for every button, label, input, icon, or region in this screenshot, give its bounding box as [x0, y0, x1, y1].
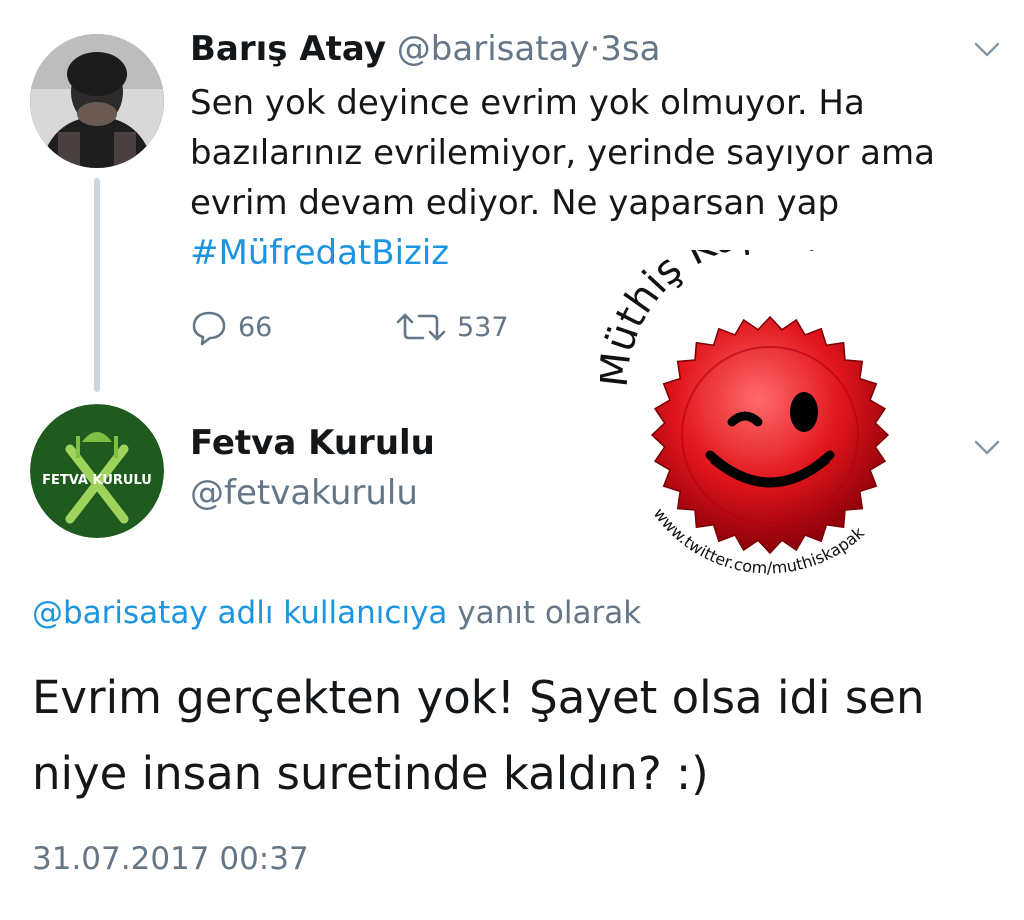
avatar-logo-text: FETVA KURULU [42, 473, 152, 488]
reply-context: @barisatay adlı kullanıcıya yanıt olarak [32, 592, 641, 634]
fetva-kurulu-logo-icon: FETVA KURULU [30, 404, 164, 538]
avatar-barisatay[interactable] [30, 34, 164, 168]
tweet2-text-line: niye insan suretinde kaldın? :) [32, 747, 709, 800]
tweet2-handle[interactable]: @fetvakurulu [190, 472, 418, 514]
chevron-down-icon [974, 42, 1000, 57]
tweet1-text-line: Sen yok deyince evrim yok olmuyor. Ha [190, 83, 865, 123]
tweet1-menu-button[interactable] [972, 34, 1002, 68]
reply-bubble-icon [192, 311, 226, 346]
reply-button[interactable]: 66 [190, 308, 272, 346]
retweet-count: 537 [457, 311, 509, 343]
tweet1-display-name[interactable]: Barış Atay [190, 29, 386, 69]
retweet-icon [396, 313, 446, 341]
reply-count: 66 [238, 311, 273, 343]
tweet1-body: Sen yok deyince evrim yok olmuyor. Ha ba… [190, 78, 990, 278]
tweet1-text-line: evrim devam ediyor. Ne yaparsan yap [190, 183, 840, 223]
tweet2-body: Evrim gerçekten yok! Şayet olsa idi sen … [32, 660, 992, 812]
reply-to-mention[interactable]: @barisatay adlı kullanıcıya [32, 595, 447, 631]
thread-connector-line [94, 178, 100, 392]
chevron-down-icon [974, 440, 1000, 455]
retweet-button[interactable]: 537 [395, 308, 509, 346]
tweet1-handle[interactable]: @barisatay [397, 29, 590, 69]
reply-to-suffix: yanıt olarak [457, 595, 642, 631]
winking-bottlecap-icon: Müthiş Kapak www.twitter.com/muthiskapak [591, 208, 890, 578]
tweet1-time[interactable]: 3sa [600, 29, 660, 69]
tweet1-separator: · [589, 29, 601, 69]
tweet2-menu-button[interactable] [972, 432, 1002, 466]
muthis-kapak-sticker: Müthiş Kapak www.twitter.com/muthiskapak [591, 208, 940, 580]
tweet2-text-line: Evrim gerçekten yok! Şayet olsa idi sen [32, 671, 925, 724]
tweet2-timestamp[interactable]: 31.07.2017 00:37 [32, 838, 309, 880]
tweet2-display-name[interactable]: Fetva Kurulu [190, 422, 435, 464]
tweet1-text-line: bazılarınız evrilemiyor, yerinde sayıyor… [190, 133, 935, 173]
tweet1-header: Barış Atay @barisatay·3sa [190, 28, 660, 70]
person-avatar-icon [30, 34, 164, 168]
avatar-fetvakurulu[interactable]: FETVA KURULU [30, 404, 164, 538]
